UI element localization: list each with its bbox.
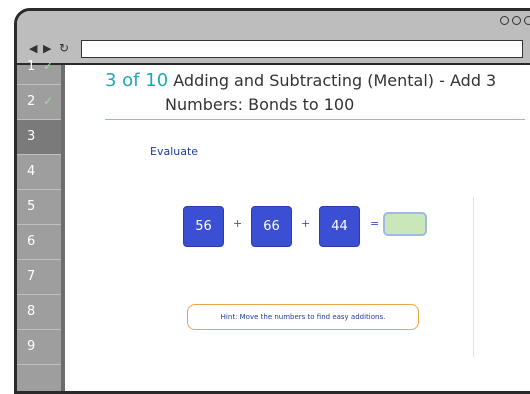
number-tile[interactable]: 56 <box>183 206 224 247</box>
sidebar-item-8[interactable]: 8 <box>17 295 61 330</box>
sidebar-item-number: 6 <box>27 234 36 249</box>
sidebar-item-number: 3 <box>27 129 36 144</box>
checkmark-icon: ✓ <box>43 59 54 73</box>
window-controls <box>500 16 530 25</box>
sidebar-item-4[interactable]: 4 <box>17 155 61 190</box>
equals-operator: = <box>370 217 380 230</box>
number-tile[interactable]: 66 <box>251 206 292 247</box>
sidebar-item-number: 2 <box>27 94 36 109</box>
window-control-circle-icon[interactable] <box>512 16 521 25</box>
question-title: 3 of 10 Adding and Subtracting (Mental) … <box>105 69 530 117</box>
sidebar-item-3[interactable]: 3 <box>17 120 61 155</box>
sidebar-item-7[interactable]: 7 <box>17 260 61 295</box>
vertical-divider <box>473 197 474 357</box>
sidebar-item-2[interactable]: 2 ✓ <box>17 85 61 120</box>
question-progress: 3 of 10 <box>105 70 169 91</box>
sidebar-item-number: 5 <box>27 199 36 214</box>
sidebar-item-number: 9 <box>27 339 36 354</box>
answer-input[interactable] <box>385 214 429 236</box>
question-title-line2: Numbers: Bonds to 100 <box>165 95 355 114</box>
sidebar-item-number: 4 <box>27 164 36 179</box>
sidebar-item-6[interactable]: 6 <box>17 225 61 260</box>
sidebar-item-5[interactable]: 5 <box>17 190 61 225</box>
sidebar-item-1[interactable]: 1 ✓ <box>17 50 61 85</box>
plus-operator: + <box>233 217 243 230</box>
sidebar-item-number: 1 <box>27 59 36 74</box>
number-tile[interactable]: 44 <box>319 206 360 247</box>
question-content: 3 of 10 Adding and Subtracting (Mental) … <box>65 65 530 391</box>
window-control-circle-icon[interactable] <box>524 16 530 25</box>
hint-box: Hint: Move the numbers to find easy addi… <box>187 304 419 330</box>
address-input[interactable] <box>82 45 530 62</box>
title-divider <box>105 119 525 120</box>
answer-box[interactable] <box>383 212 429 236</box>
question-sidebar: 1 ✓ 2 ✓ 3 4 5 6 7 8 9 <box>17 59 65 391</box>
question-title-line1: Adding and Subtracting (Mental) - Add 3 <box>173 71 497 90</box>
sidebar-item-number: 8 <box>27 304 36 319</box>
sidebar-item-9[interactable]: 9 <box>17 330 61 365</box>
title-bar <box>17 11 530 39</box>
navigation-bar: ◀ ▶ ↻ ⋮ <box>17 37 530 65</box>
window-control-circle-icon[interactable] <box>500 16 509 25</box>
plus-operator: + <box>301 217 311 230</box>
menu-dots-icon[interactable]: ⋮ <box>525 42 530 56</box>
checkmark-icon: ✓ <box>43 94 54 108</box>
address-bar[interactable] <box>81 40 530 62</box>
sidebar-item-number: 7 <box>27 269 36 284</box>
browser-window: ◀ ▶ ↻ ⋮ 1 ✓ 2 ✓ 3 4 5 6 7 8 <box>14 8 530 394</box>
instruction-text: Evaluate <box>150 145 199 158</box>
